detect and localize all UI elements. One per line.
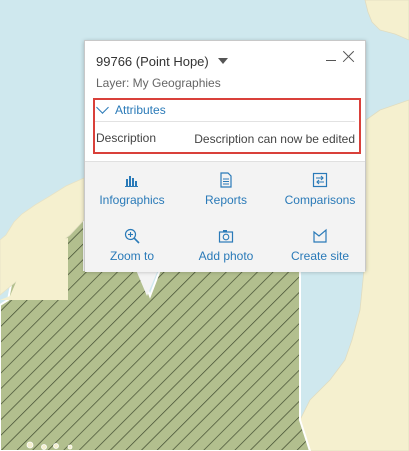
add-photo-label: Add photo <box>198 249 254 263</box>
zoom-in-icon <box>124 228 140 244</box>
compare-icon <box>312 172 328 188</box>
description-value[interactable]: Description can now be edited <box>194 132 355 146</box>
zoom-to-button[interactable]: Zoom to <box>87 228 177 265</box>
reports-label: Reports <box>204 193 248 207</box>
window-controls <box>325 50 355 64</box>
close-icon[interactable] <box>341 50 355 64</box>
chevron-down-icon <box>96 101 109 114</box>
zoom-to-label: Zoom to <box>109 249 154 263</box>
add-photo-button[interactable]: Add photo <box>181 228 271 265</box>
layer-name: Layer: My Geographies <box>96 76 221 90</box>
document-icon <box>220 172 232 188</box>
infographics-label: Infographics <box>99 193 165 207</box>
create-site-button[interactable]: Create site <box>275 228 365 265</box>
popup-pointer <box>136 270 158 296</box>
bar-chart-icon <box>125 176 138 187</box>
popup-header: 99766 (Point Hope) <box>96 52 357 70</box>
infographics-button[interactable]: Infographics <box>87 172 177 209</box>
popup-title: 99766 (Point Hope) <box>96 53 209 69</box>
attributes-toggle[interactable]: Attributes <box>96 101 166 119</box>
action-bar: Infographics Reports Comparisons Zoom to… <box>85 161 365 272</box>
camera-icon <box>218 230 234 243</box>
minimize-icon[interactable] <box>325 51 337 63</box>
chevron-down-icon[interactable] <box>217 58 228 64</box>
info-popup: 99766 (Point Hope) Layer: My Geographies… <box>84 40 366 272</box>
flag-icon <box>313 228 327 243</box>
comparisons-button[interactable]: Comparisons <box>275 172 365 209</box>
attributes-label: Attributes <box>115 103 166 117</box>
reports-button[interactable]: Reports <box>181 172 271 209</box>
comparisons-label: Comparisons <box>284 193 356 207</box>
create-site-label: Create site <box>290 249 350 263</box>
divider <box>95 121 355 122</box>
description-key: Description <box>96 131 157 145</box>
